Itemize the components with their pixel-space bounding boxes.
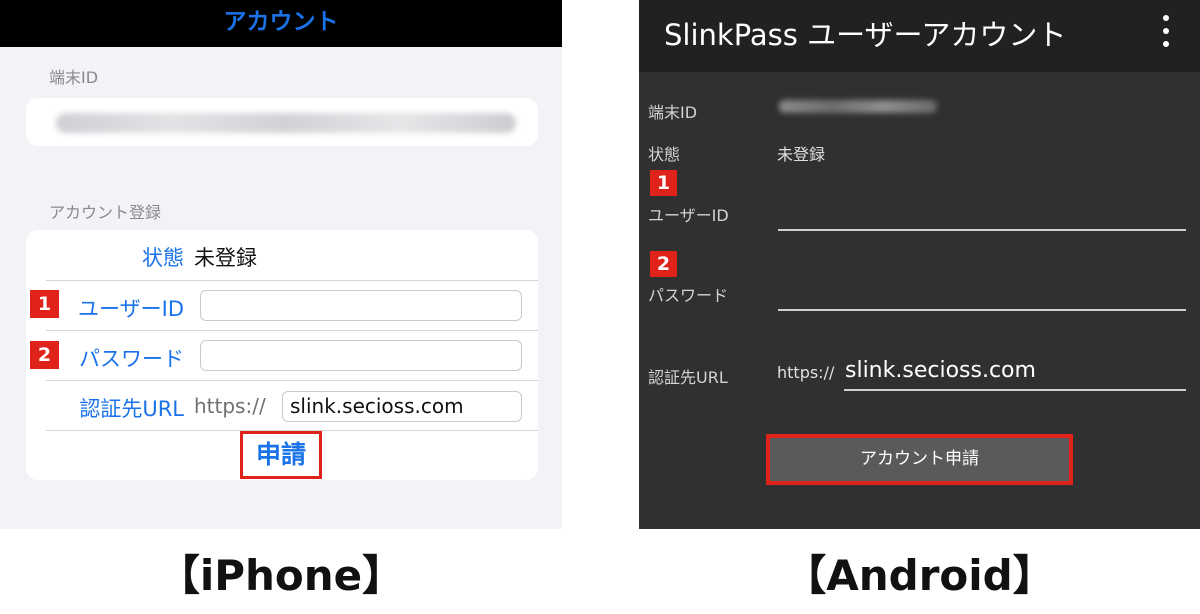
ios-url-row: 認証先URL https:// slink.secioss.com: [46, 381, 538, 431]
android-userid-label: ユーザーID: [648, 206, 729, 225]
ios-userid-input[interactable]: [200, 290, 522, 321]
overflow-menu-icon[interactable]: [1158, 15, 1174, 49]
ios-status-value: 未登録: [194, 246, 257, 270]
android-userid-input[interactable]: [778, 190, 1186, 230]
iphone-screen: アカウント 端末ID アカウント登録 状態 未登録 ユーザーID パスワード 認…: [0, 0, 562, 529]
android-screen: SlinkPass ユーザーアカウント 端末ID 状態 未登録 1 ユーザーID…: [639, 0, 1200, 529]
ios-password-label: パスワード: [79, 347, 184, 371]
android-app-title: SlinkPass ユーザーアカウント: [664, 18, 1067, 52]
ios-url-prefix: https://: [194, 394, 266, 418]
ios-nav-title: アカウント: [223, 9, 339, 35]
android-url-input[interactable]: slink.secioss.com: [845, 358, 1036, 383]
android-apply-button[interactable]: アカウント申請: [770, 438, 1069, 481]
step-2-badge: 2: [650, 251, 677, 277]
ios-password-row: パスワード: [46, 331, 538, 381]
android-url-prefix: https://: [777, 363, 835, 382]
android-url-label: 認証先URL: [648, 368, 728, 387]
ios-status-row: 状態 未登録: [46, 230, 538, 280]
android-password-underline: [778, 309, 1186, 311]
android-device-id-label: 端末ID: [648, 103, 698, 122]
android-app-bar: SlinkPass ユーザーアカウント: [639, 0, 1200, 72]
android-userid-underline: [778, 229, 1186, 231]
android-password-label: パスワード: [648, 286, 729, 305]
ios-userid-label: ユーザーID: [78, 297, 184, 321]
ios-device-id-header: 端末ID: [49, 68, 99, 87]
ios-account-card: 状態 未登録 ユーザーID パスワード 認証先URL https:// slin…: [26, 230, 538, 480]
ios-apply-button[interactable]: 申請: [240, 431, 322, 479]
iphone-caption: 【iPhone】: [157, 551, 405, 600]
step-1-badge: 1: [650, 170, 677, 196]
android-password-input[interactable]: [778, 270, 1186, 310]
android-caption: 【Android】: [784, 551, 1055, 600]
ios-device-id-card: [26, 98, 538, 146]
ios-navigation-bar: アカウント: [0, 0, 562, 47]
android-status-label: 状態: [648, 145, 681, 164]
ios-status-label: 状態: [142, 246, 184, 270]
ios-userid-row: ユーザーID: [46, 281, 538, 331]
step-2-badge: 2: [30, 341, 59, 369]
ios-url-label: 認証先URL: [79, 397, 184, 421]
ios-account-header: アカウント登録: [49, 203, 162, 222]
ios-url-input[interactable]: slink.secioss.com: [282, 391, 522, 422]
android-status-value: 未登録: [777, 145, 826, 164]
ios-device-id-value-blurred: [56, 113, 516, 133]
android-url-underline: [844, 389, 1186, 391]
step-1-badge: 1: [30, 290, 59, 318]
ios-password-input[interactable]: [200, 340, 522, 371]
android-device-id-value-blurred: [779, 100, 937, 113]
